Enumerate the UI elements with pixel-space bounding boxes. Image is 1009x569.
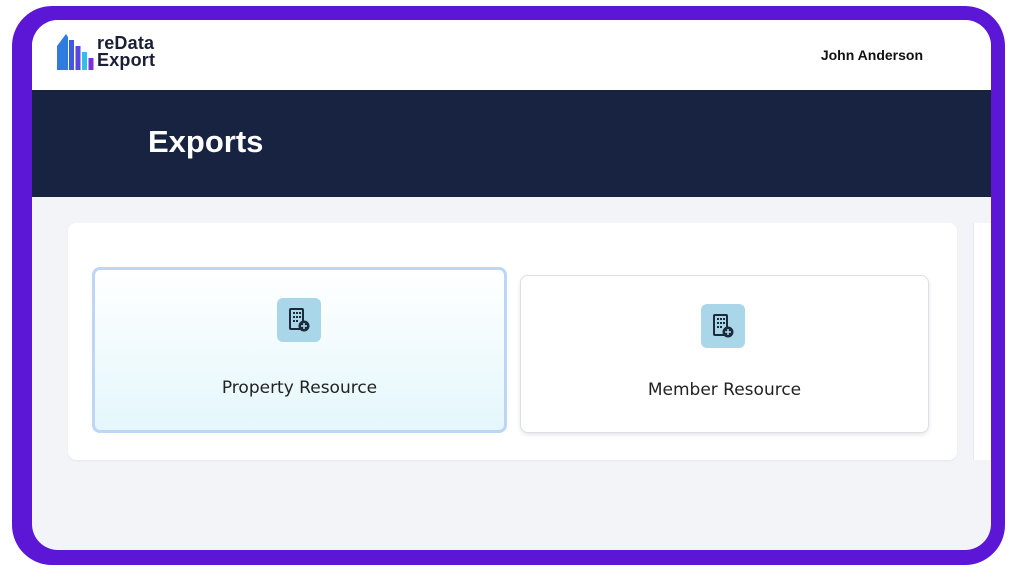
logo-house-bars-icon: [57, 34, 94, 70]
property-resource-label: Property Resource: [221, 378, 378, 398]
app-screen: reData Export John Anderson Exports Prop…: [32, 20, 991, 550]
member-resource-label: Member Resource: [647, 380, 802, 400]
scrollbar[interactable]: [973, 223, 991, 460]
user-menu[interactable]: John Anderson: [821, 47, 923, 63]
top-bar: reData Export John Anderson: [32, 20, 991, 90]
page-header-banner: Exports: [32, 90, 991, 197]
building-add-icon: [701, 304, 745, 348]
building-add-icon: [277, 298, 321, 342]
logo-wordmark: reData Export: [97, 34, 156, 70]
resources-panel: Property Resource Member Resource: [68, 223, 957, 460]
logo-line-2: Export: [97, 50, 156, 70]
property-resource-card[interactable]: Property Resource: [92, 267, 507, 433]
member-resource-card[interactable]: Member Resource: [520, 275, 929, 433]
app-logo[interactable]: reData Export: [54, 32, 155, 72]
device-frame: reData Export John Anderson Exports Prop…: [12, 6, 1005, 565]
page-title: Exports: [148, 124, 264, 159]
